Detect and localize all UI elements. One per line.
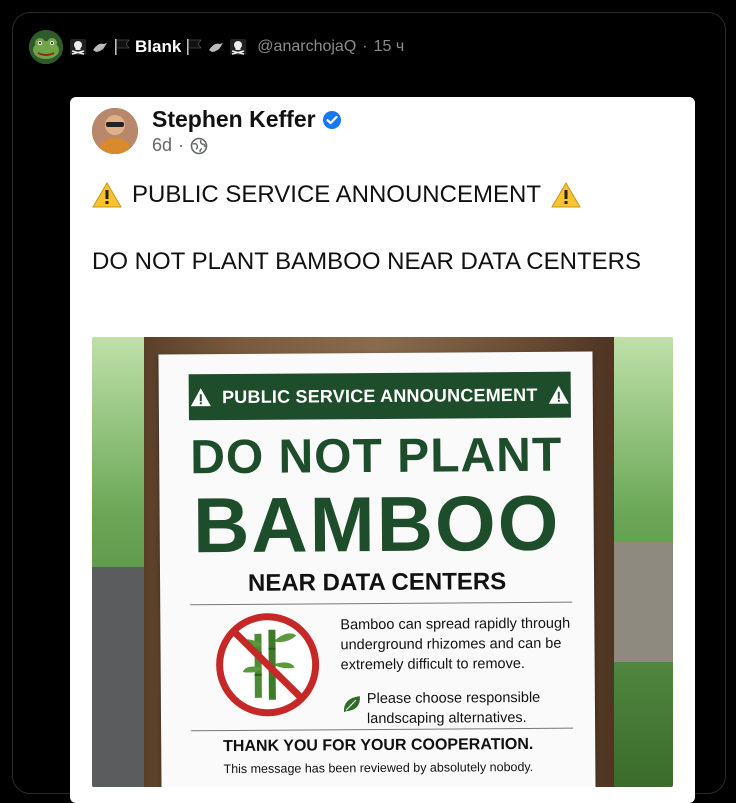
no-bamboo-icon <box>216 613 320 717</box>
frog-avatar-icon <box>29 30 63 64</box>
embedded-avatar <box>92 108 138 154</box>
embedded-meta-separator: · <box>178 135 185 155</box>
post-photo[interactable]: PUBLIC SERVICE ANNOUNCEMENT DO NOT PLANT… <box>92 337 673 787</box>
meta-separator: · <box>362 38 368 55</box>
avatar[interactable] <box>29 30 63 64</box>
warning-icon <box>551 182 581 208</box>
crow-icon <box>91 38 109 56</box>
poster-divider <box>190 601 573 606</box>
globe-icon <box>190 137 208 154</box>
poster-thanks: THANK YOU FOR YOUR COOPERATION. <box>223 735 534 756</box>
embedded-psa-line: PUBLIC SERVICE ANNOUNCEMENT <box>92 181 581 209</box>
psa-poster: PUBLIC SERVICE ANNOUNCEMENT DO NOT PLANT… <box>158 351 596 787</box>
person-avatar-icon <box>92 108 138 154</box>
warning-icon <box>92 182 122 208</box>
poster-headline-2: BAMBOO <box>192 478 561 570</box>
verified-badge-icon <box>322 110 341 129</box>
embedded-psa-text: PUBLIC SERVICE ANNOUNCEMENT <box>132 181 541 208</box>
tweet-header: Blank @anarchojaQ · 15 ч <box>29 29 404 65</box>
warning-icon <box>548 385 569 404</box>
poster-info-2: Please choose responsible landscaping al… <box>366 689 541 728</box>
embedded-post-body: DO NOT PLANT BAMBOO NEAR DATA CENTERS <box>92 248 641 275</box>
embedded-author-block: Stephen Keffer 6d · <box>152 106 342 156</box>
embedded-name-row: Stephen Keffer <box>152 106 342 133</box>
black-flag-icon <box>113 38 131 56</box>
embedded-screenshot[interactable]: Stephen Keffer 6d · PUBLIC SERVICE ANNOU… <box>70 97 695 803</box>
crow-icon <box>207 38 225 56</box>
embedded-meta: 6d · <box>152 135 342 156</box>
warning-icon <box>191 388 212 407</box>
embedded-post-header: Stephen Keffer 6d · <box>92 101 342 161</box>
black-flag-icon <box>185 38 203 56</box>
poster-divider <box>191 727 574 732</box>
poster-info-1: Bamboo can spread rapidly through underg… <box>340 615 571 674</box>
tweet-card[interactable]: Blank @anarchojaQ · 15 ч Stephen Keffer … <box>12 12 726 803</box>
skull-crossbones-icon <box>229 38 247 56</box>
poster-banner-text: PUBLIC SERVICE ANNOUNCEMENT <box>221 384 538 407</box>
poster-footer: This message has been reviewed by absolu… <box>223 759 534 777</box>
embedded-author-name: Stephen Keffer <box>152 106 316 132</box>
embedded-age: 6d <box>152 135 173 155</box>
skull-crossbones-icon <box>69 38 87 56</box>
tweet-timestamp[interactable]: 15 ч <box>374 38 405 56</box>
poster-headline-1: DO NOT PLANT <box>190 428 563 485</box>
author-name-row[interactable]: Blank <box>69 37 247 57</box>
author-name[interactable]: Blank <box>135 37 181 57</box>
poster-headline-3: NEAR DATA CENTERS <box>247 568 507 597</box>
author-handle[interactable]: @anarchojaQ <box>257 38 356 56</box>
poster-banner: PUBLIC SERVICE ANNOUNCEMENT <box>188 371 571 421</box>
leaf-icon <box>343 696 360 713</box>
